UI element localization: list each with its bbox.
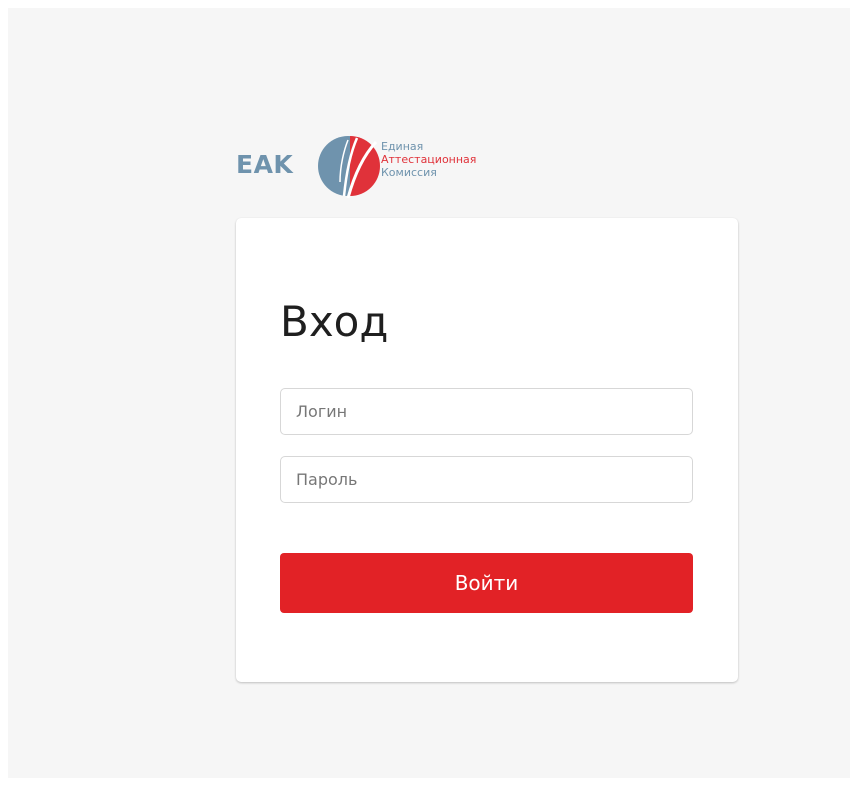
login-input[interactable]	[280, 388, 693, 435]
eak-logo: EAK Единая Аттестационная Комиссия	[236, 132, 496, 200]
login-button[interactable]: Войти	[280, 553, 693, 613]
logo-line-3: Комиссия	[381, 166, 437, 179]
page-title: Вход	[280, 297, 389, 346]
password-input[interactable]	[280, 456, 693, 503]
page-background: EAK Единая Аттестационная Комиссия Вход …	[8, 8, 850, 778]
logo-line-1: Единая	[381, 140, 424, 153]
login-card: Вход Войти	[236, 218, 738, 682]
logo-line-2: Аттестационная	[381, 153, 477, 166]
logo-abbreviation: EAK	[236, 150, 294, 179]
logo-text: Единая Аттестационная Комиссия	[381, 140, 476, 179]
logo-emblem-icon	[318, 136, 380, 199]
